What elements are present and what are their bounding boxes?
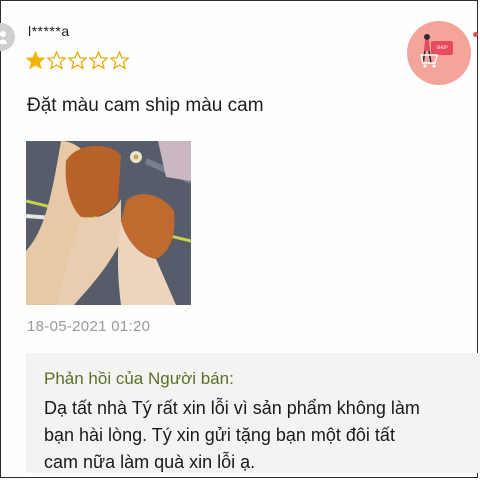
- seller-reply-title: Phản hồi của Người bán:: [44, 369, 234, 388]
- user-avatar-icon: [0, 31, 7, 44]
- rating-stars: [26, 51, 129, 70]
- socks-photo-image: [26, 141, 191, 305]
- seller-reply-body: Dạ tất nhà Tý rất xin lỗi vì sản phẩm kh…: [44, 395, 474, 476]
- review-photo[interactable]: [26, 141, 191, 305]
- star-filled-icon: [26, 51, 45, 70]
- star-empty-icon: [89, 51, 108, 70]
- seller-reply-box: Phản hồi của Người bán: Dạ tất nhà Tý rấ…: [26, 353, 480, 473]
- star-empty-icon: [110, 51, 129, 70]
- seller-reply-line: cam nữa làm quà xin lỗi ạ.: [44, 452, 256, 472]
- seller-reply-line: bạn hài lòng. Tý xin gửi tặng bạn một đô…: [44, 425, 395, 445]
- decorative-dot: [473, 32, 478, 37]
- review-card: l*****a SHOP Đặt màu cam ship màu cam 18…: [0, 0, 480, 478]
- svg-text:SHOP: SHOP: [436, 45, 448, 50]
- shop-badge-icon[interactable]: SHOP: [407, 21, 471, 85]
- star-empty-icon: [47, 51, 66, 70]
- seller-reply-line: Dạ tất nhà Tý rất xin lỗi vì sản phẩm kh…: [44, 398, 420, 418]
- review-text: Đặt màu cam ship màu cam: [27, 95, 264, 116]
- review-date: 18-05-2021 01:20: [27, 318, 151, 335]
- reviewer-username: l*****a: [28, 23, 70, 39]
- user-avatar[interactable]: [0, 23, 15, 51]
- star-empty-icon: [68, 51, 87, 70]
